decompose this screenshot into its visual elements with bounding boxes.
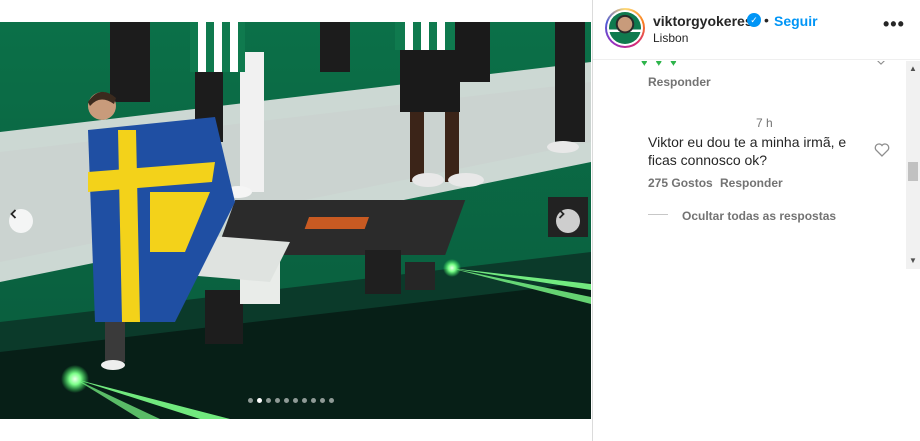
partial-comment-emojis: ♥♥♥ xyxy=(641,61,685,69)
location-link[interactable]: Lisbon xyxy=(653,31,688,45)
carousel-dot[interactable] xyxy=(320,398,325,403)
carousel-dot[interactable] xyxy=(248,398,253,403)
chevron-right-icon xyxy=(558,209,565,219)
carousel-dot[interactable] xyxy=(293,398,298,403)
instagram-post-modal: viktorgyokeres ✓ • Seguir Lisbon ••• ♥♥♥… xyxy=(0,0,920,441)
comments-scrollbar[interactable]: ▲ ▼ xyxy=(906,61,920,269)
chevron-left-icon xyxy=(10,209,17,219)
comments-panel: ♥♥♥ Responder 7 h Viktor eu dou te a min… xyxy=(593,61,905,441)
reply-button[interactable]: Responder xyxy=(720,176,783,190)
follow-button[interactable]: Seguir xyxy=(774,13,818,29)
comment-likes-count[interactable]: 275 Gostos xyxy=(648,176,713,190)
comment-text: Viktor eu dou te a minha irmã, e ficas c… xyxy=(648,134,847,168)
post-photo xyxy=(0,22,591,419)
post-header: viktorgyokeres ✓ • Seguir Lisbon ••• xyxy=(593,0,920,60)
carousel-dot[interactable] xyxy=(266,398,271,403)
carousel-dots xyxy=(248,398,334,403)
carousel-dot[interactable] xyxy=(302,398,307,403)
hide-replies-button[interactable]: Ocultar todas as respostas xyxy=(682,209,836,223)
carousel-prev-button[interactable] xyxy=(9,209,33,233)
like-heart-icon[interactable] xyxy=(874,143,890,157)
carousel-dot-active[interactable] xyxy=(257,398,262,403)
avatar[interactable] xyxy=(605,8,645,48)
heart-icon[interactable] xyxy=(874,61,888,65)
username-link[interactable]: viktorgyokeres xyxy=(653,13,753,29)
more-options-button[interactable]: ••• xyxy=(883,14,905,35)
comment-timestamp: 7 h xyxy=(756,116,773,130)
scrollbar-thumb[interactable] xyxy=(908,162,918,181)
avatar-border xyxy=(607,10,643,46)
carousel-next-button[interactable] xyxy=(556,209,580,233)
carousel-dot[interactable] xyxy=(311,398,316,403)
replies-divider-line xyxy=(648,214,668,215)
scroll-down-arrow-icon[interactable]: ▼ xyxy=(906,255,920,267)
carousel-dot[interactable] xyxy=(275,398,280,403)
reply-button[interactable]: Responder xyxy=(648,75,711,89)
scroll-up-arrow-icon[interactable]: ▲ xyxy=(906,63,920,75)
avatar-image xyxy=(609,12,641,44)
carousel-dot[interactable] xyxy=(329,398,334,403)
separator-dot: • xyxy=(764,12,769,28)
verified-badge-icon: ✓ xyxy=(747,13,761,27)
stage-photo-illustration xyxy=(0,22,591,419)
carousel-dot[interactable] xyxy=(284,398,289,403)
